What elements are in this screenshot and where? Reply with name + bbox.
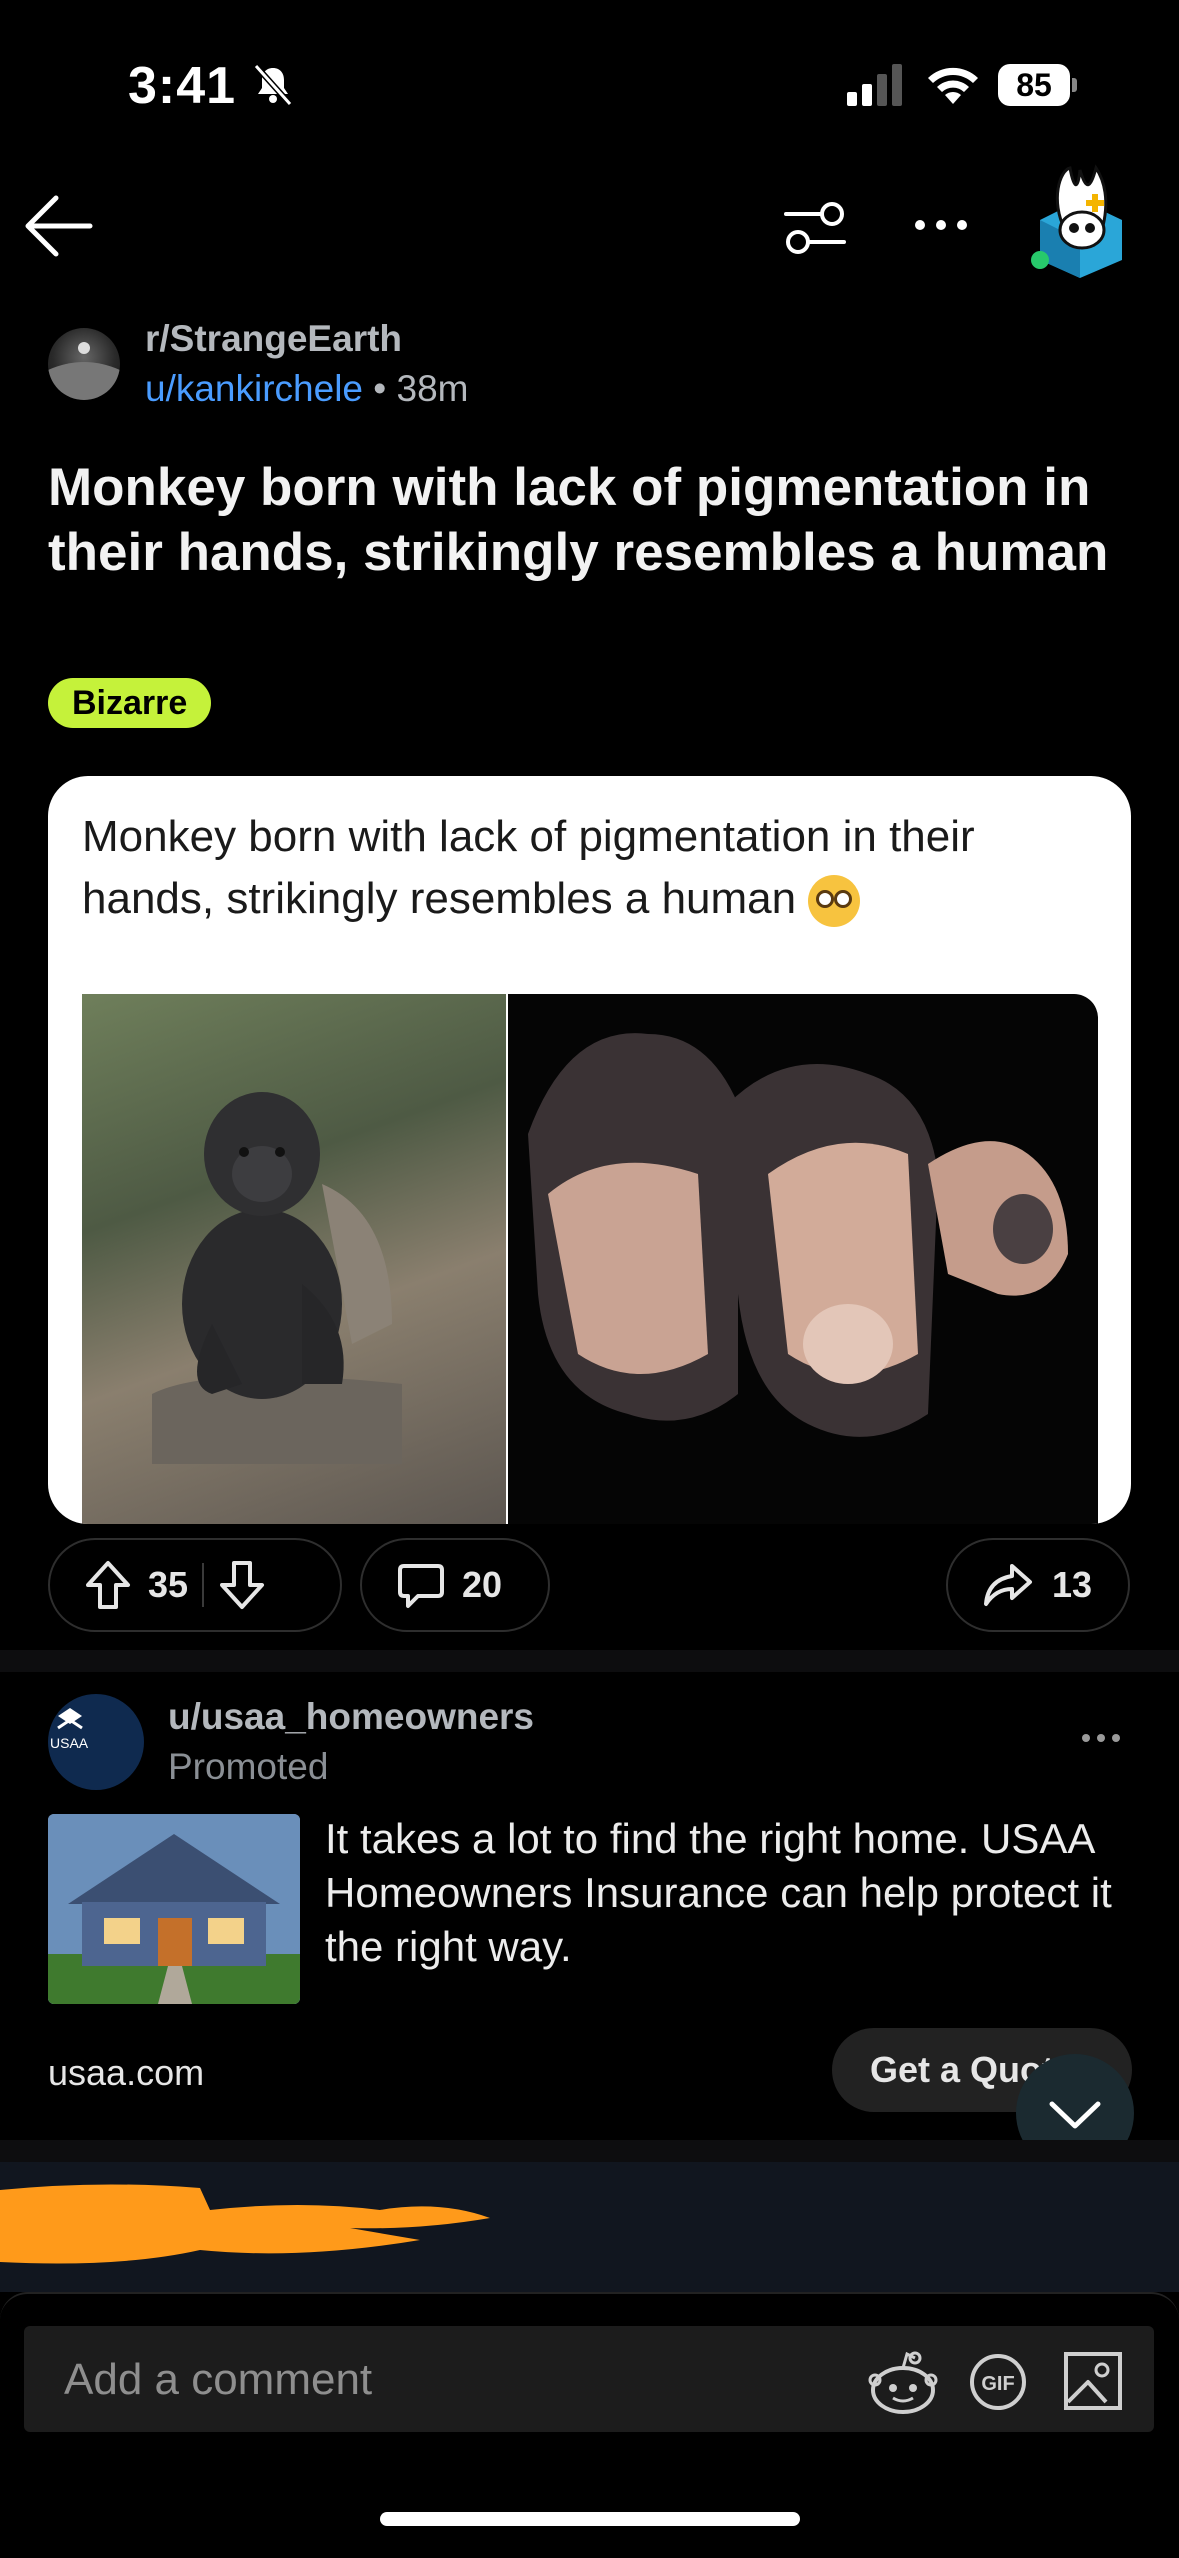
- hand-closeup-photo: [508, 994, 1098, 1524]
- vote-bar: 35: [48, 1538, 342, 1632]
- emoji-icon[interactable]: [865, 2348, 941, 2418]
- wifi-icon: [928, 67, 978, 104]
- ad-copy[interactable]: It takes a lot to find the right home. U…: [325, 1812, 1145, 1974]
- snoo-avatar-icon[interactable]: [1030, 160, 1130, 280]
- post-age: 38m: [396, 368, 469, 409]
- section-divider-2: [0, 2140, 1179, 2162]
- downvote-icon[interactable]: [218, 1559, 266, 1611]
- section-divider: [0, 1650, 1179, 1672]
- status-time: 3:41: [128, 57, 237, 115]
- comment-icon: [398, 1564, 444, 1608]
- usaa-logo-text: USAA: [50, 1735, 89, 1751]
- ad-username[interactable]: u/usaa_homeowners: [168, 1696, 534, 1738]
- ad-domain[interactable]: usaa.com: [48, 2052, 204, 2094]
- flushed-face-emoji-icon: [808, 875, 861, 928]
- signal-icon: [847, 64, 902, 106]
- ad-promoted-label: Promoted: [168, 1746, 329, 1787]
- redaction-scribble: [0, 2184, 490, 2264]
- image-icon[interactable]: [1062, 2350, 1124, 2412]
- more-icon[interactable]: [906, 200, 976, 250]
- comment-placeholder: Add a comment: [64, 2355, 373, 2404]
- gorilla-photo: [82, 994, 506, 1524]
- filter-icon[interactable]: [780, 192, 850, 262]
- battery-indicator: 85: [998, 64, 1078, 106]
- silent-bell-icon: [253, 63, 293, 107]
- post-image[interactable]: Monkey born with lack of pigmentation in…: [48, 776, 1131, 1524]
- back-arrow-icon[interactable]: [20, 186, 100, 266]
- share-count: 13: [1052, 1564, 1093, 1605]
- home-indicator: [380, 2512, 800, 2526]
- subreddit-name[interactable]: r/StrangeEarth: [145, 318, 402, 360]
- share-button[interactable]: 13: [946, 1538, 1130, 1632]
- subreddit-avatar[interactable]: [48, 328, 120, 400]
- house-image-icon: [48, 1814, 300, 2004]
- gorilla-figure-icon: [152, 1092, 402, 1464]
- gif-icon[interactable]: GIF: [968, 2352, 1028, 2412]
- ad-more-icon[interactable]: [1080, 1728, 1122, 1748]
- gif-label: GIF: [981, 2373, 1014, 2395]
- post-flair[interactable]: Bizarre: [48, 678, 212, 728]
- hand-figure-icon: [528, 1033, 1068, 1437]
- usaa-logo-icon: USAA: [50, 1708, 89, 1751]
- ad-thumbnail[interactable]: [48, 1814, 300, 2004]
- share-icon: [984, 1564, 1032, 1606]
- vote-count: 35: [148, 1564, 189, 1605]
- comment-count: 20: [462, 1564, 503, 1605]
- globe-icon: [48, 342, 120, 400]
- ad-avatar[interactable]: USAA: [48, 1694, 144, 1790]
- battery-level: 85: [998, 64, 1070, 106]
- post-title[interactable]: Monkey born with lack of pigmentation in…: [48, 455, 1148, 585]
- post-meta: u/kankirchele • 38m: [145, 368, 469, 410]
- meta-separator: •: [363, 368, 397, 409]
- comments-button[interactable]: 20: [360, 1538, 550, 1632]
- upvote-icon[interactable]: [84, 1559, 132, 1611]
- image-caption: Monkey born with lack of pigmentation in…: [82, 806, 1092, 930]
- author-link[interactable]: u/kankirchele: [145, 368, 363, 409]
